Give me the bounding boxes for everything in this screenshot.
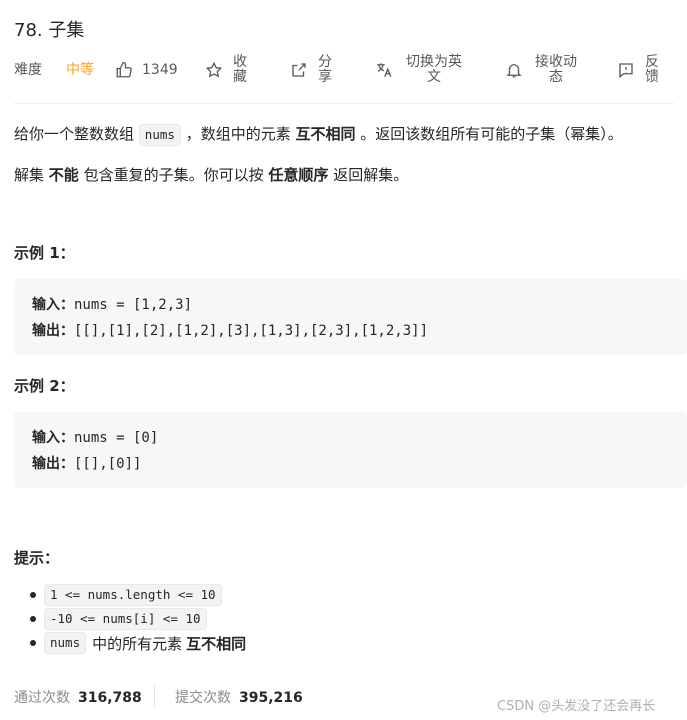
- emphasis-text: 任意顺序: [268, 166, 329, 184]
- list-item: 1 <= nums.length <= 10: [30, 584, 222, 606]
- problem-toolbar: 难度 中等 1349 收藏 分享 切换为英文 接收动态 反馈: [14, 52, 674, 88]
- accepted-value: 316,788: [78, 690, 142, 706]
- star-icon: [204, 60, 224, 80]
- example-output: [[],[0]]: [74, 456, 142, 472]
- accepted-label: 通过次数: [14, 690, 70, 706]
- description-text: 。返回该数组所有可能的子集（幂集）。: [360, 125, 623, 143]
- example-1-title: 示例 1：: [14, 244, 75, 262]
- watermark: CSDN @头发没了还会再长: [497, 699, 656, 714]
- difficulty-label: 难度: [14, 61, 42, 78]
- submissions-label: 提交次数: [175, 690, 231, 706]
- submissions-value: 395,216: [239, 690, 303, 706]
- inline-code: -10 <= nums[i] <= 10: [44, 608, 207, 630]
- favorite-label: 收藏: [233, 54, 247, 85]
- stats-bar-submissions: 提交次数 395,216: [175, 687, 303, 707]
- switch-language-button[interactable]: 切换为英文: [374, 52, 466, 88]
- list-item: -10 <= nums[i] <= 10: [30, 608, 207, 630]
- like-button[interactable]: 1349: [114, 52, 178, 88]
- share-label: 分享: [318, 54, 332, 85]
- example-2-title: 示例 2：: [14, 377, 75, 395]
- hint-text: 中的所有元素: [92, 634, 183, 653]
- thumbs-up-icon: [114, 60, 134, 80]
- difficulty-value: 中等: [66, 61, 94, 78]
- description-text: 解集: [14, 166, 45, 184]
- feedback-button[interactable]: 反馈: [616, 52, 660, 88]
- list-item: nums 中的所有元素 互不相同: [30, 632, 247, 654]
- share-icon: [289, 60, 309, 80]
- switch-language-label: 切换为英文: [406, 54, 462, 85]
- bullet: [30, 592, 36, 598]
- description-text: 给你一个整数数组: [14, 125, 135, 143]
- stats-bar: 通过次数 316,788: [14, 687, 142, 707]
- example-input: nums = [0]: [74, 430, 159, 446]
- bell-icon: [504, 60, 524, 80]
- emphasis-text: 互不相同: [295, 125, 356, 143]
- description-text: 包含重复的子集。你可以按: [83, 166, 264, 184]
- difficulty: 难度 中等: [14, 52, 94, 88]
- stats-divider: [154, 685, 155, 707]
- input-label: 输入：: [32, 297, 74, 313]
- bullet: [30, 616, 36, 622]
- translate-icon: [374, 60, 394, 80]
- follow-label: 接收动态: [535, 54, 577, 85]
- problem-title: 78. 子集: [14, 20, 85, 41]
- description-paragraph-1: 给你一个整数数组 nums ，数组中的元素 互不相同 。返回该数组所有可能的子集…: [14, 123, 623, 146]
- emphasis-text: 不能: [48, 166, 79, 184]
- example-output: [[],[1],[2],[1,2],[3],[1,3],[2,3],[1,2,3…: [74, 323, 429, 339]
- input-label: 输入：: [32, 430, 74, 446]
- like-count: 1349: [142, 62, 178, 78]
- feedback-label: 反馈: [645, 54, 659, 85]
- bullet: [30, 640, 36, 646]
- example-2-block: 输入：nums = [0] 输出：[[],[0]]: [14, 412, 687, 488]
- favorite-button[interactable]: 收藏: [204, 52, 248, 88]
- description-paragraph-2: 解集 不能 包含重复的子集。你可以按 任意顺序 返回解集。: [14, 164, 408, 185]
- hints-title: 提示：: [14, 549, 60, 567]
- example-1-block: 输入：nums = [1,2,3] 输出：[[],[1],[2],[1,2],[…: [14, 279, 687, 355]
- feedback-icon: [616, 60, 636, 80]
- example-input: nums = [1,2,3]: [74, 297, 193, 313]
- follow-button[interactable]: 接收动态: [504, 52, 580, 88]
- inline-code: nums: [44, 632, 87, 654]
- inline-code: nums: [138, 124, 181, 146]
- inline-code: 1 <= nums.length <= 10: [44, 584, 222, 606]
- output-label: 输出：: [32, 323, 74, 339]
- description-text: ，数组中的元素: [185, 125, 291, 143]
- output-label: 输出：: [32, 456, 74, 472]
- description-text: 返回解集。: [333, 166, 409, 184]
- divider: [14, 103, 674, 104]
- share-button[interactable]: 分享: [289, 52, 333, 88]
- emphasis-text: 互不相同: [186, 634, 247, 653]
